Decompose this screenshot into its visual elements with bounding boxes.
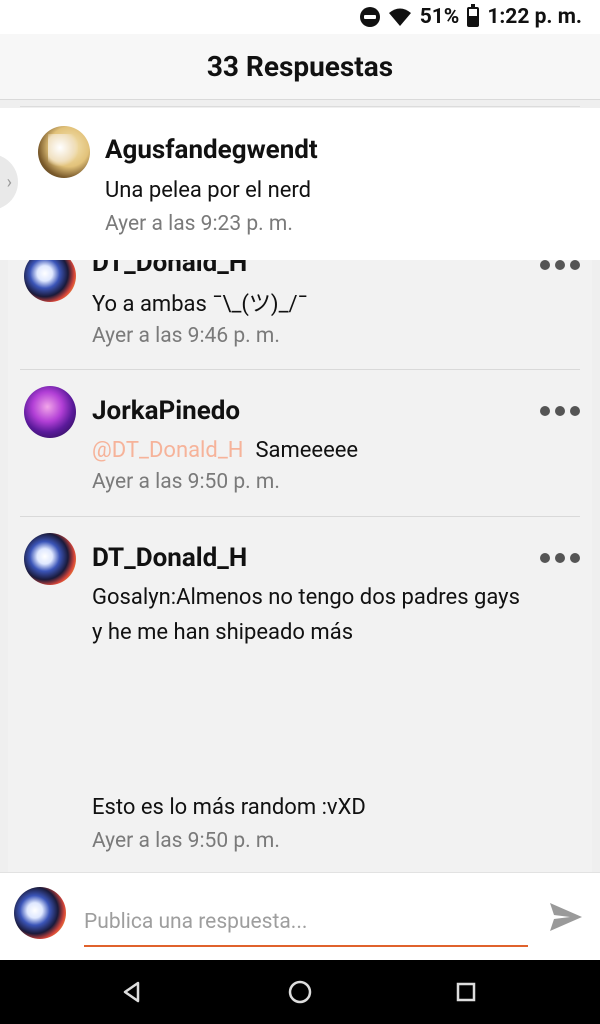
battery-icon <box>467 4 480 27</box>
comment-text: Una pelea por el nerd <box>105 178 312 203</box>
more-options-icon[interactable] <box>540 260 580 270</box>
reply-item: JorkaPinedo @DT_Donald_H Sameeeee Ayer a … <box>20 370 580 517</box>
send-icon[interactable] <box>546 897 586 937</box>
chevron-right-icon: › <box>6 171 12 193</box>
page-title: 33 Respuestas <box>206 50 394 83</box>
reply-text-container: @DT_Donald_H Sameeeee <box>92 434 572 468</box>
reply-text: Yo a ambas ¯\_(ツ)_/¯ <box>92 292 308 317</box>
avatar[interactable] <box>24 386 76 438</box>
avatar[interactable] <box>38 126 90 178</box>
expand-side-tab[interactable]: › <box>0 154 18 210</box>
home-icon[interactable] <box>284 976 316 1008</box>
system-nav-bar <box>0 960 600 1024</box>
status-bar: 51% 1:22 p. m. <box>0 0 600 34</box>
divider <box>20 106 580 107</box>
comment-timestamp: Ayer a las 9:23 p. m. <box>105 212 293 236</box>
app-header: 33 Respuestas <box>0 34 600 100</box>
reply-input[interactable] <box>84 899 528 947</box>
reply-text-line: Gosalyn:Almenos no tengo dos padres gays <box>92 585 520 610</box>
clock: 1:22 p. m. <box>487 5 582 29</box>
reply-timestamp: Ayer a las 9:50 p. m. <box>92 470 280 494</box>
reply-username[interactable]: JorkaPinedo <box>92 396 240 426</box>
avatar[interactable] <box>24 533 76 585</box>
reply-item: DT_Donald_H Yo a ambas ¯\_(ツ)_/¯ Ayer a … <box>20 260 580 370</box>
parent-comment: › Agusfandegwendt Una pelea por el nerd … <box>0 108 600 260</box>
more-options-icon[interactable] <box>540 553 580 563</box>
mention-link[interactable]: @DT_Donald_H <box>92 438 243 463</box>
recents-icon[interactable] <box>450 976 482 1008</box>
reply-username[interactable]: DT_Donald_H <box>92 543 247 573</box>
reply-username[interactable]: DT_Donald_H <box>92 260 247 278</box>
wifi-icon <box>388 8 411 26</box>
compose-bar <box>0 872 600 960</box>
battery-percentage: 51% <box>419 5 460 29</box>
reply-text-line: y he me han shipeado más <box>92 620 354 645</box>
reply-timestamp: Ayer a las 9:50 p. m. <box>92 829 280 853</box>
more-options-icon[interactable] <box>540 406 580 416</box>
comment-username[interactable]: Agusfandegwendt <box>105 135 318 165</box>
back-icon[interactable] <box>116 976 148 1008</box>
reply-text: Sameeeee <box>255 438 359 463</box>
reply-item: DT_Donald_H Gosalyn:Almenos no tengo dos… <box>20 517 580 872</box>
do-not-disturb-icon <box>359 7 380 27</box>
avatar <box>14 887 66 939</box>
reply-text-line: Esto es lo más random :vXD <box>92 795 366 820</box>
reply-timestamp: Ayer a las 9:46 p. m. <box>92 324 280 348</box>
avatar[interactable] <box>24 260 76 302</box>
replies-list[interactable]: DT_Donald_H Yo a ambas ¯\_(ツ)_/¯ Ayer a … <box>8 260 592 872</box>
